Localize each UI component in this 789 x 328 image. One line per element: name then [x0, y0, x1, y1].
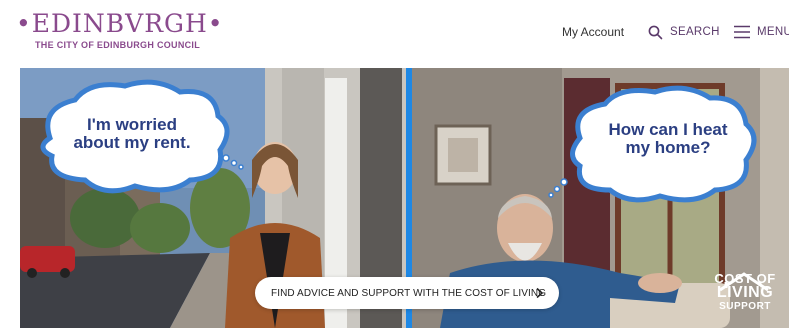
cost-of-living-cta-button[interactable]: FIND ADVICE AND SUPPORT WITH THE COST OF…: [255, 277, 559, 309]
edinburgh-logo[interactable]: •EDINBVRGH• THE CITY OF EDINBURGH COUNCI…: [16, 10, 223, 54]
search-button[interactable]: SEARCH: [648, 22, 720, 42]
my-account-label: My Account: [562, 25, 625, 39]
menu-label: MENU: [757, 26, 789, 38]
bubble-right-text: How can I heat my home?: [608, 120, 728, 157]
badge-line-3: SUPPORT: [719, 301, 771, 312]
cta-label: FIND ADVICE AND SUPPORT WITH THE COST OF…: [271, 287, 547, 299]
cost-of-living-badge: COST OF LIVING SUPPORT: [712, 272, 778, 312]
site-header: •EDINBVRGH• THE CITY OF EDINBURGH COUNCI…: [0, 0, 789, 66]
menu-button[interactable]: MENU: [734, 22, 789, 42]
hero-banner[interactable]: I'm worried about my rent. How can I hea…: [20, 68, 789, 328]
logo-wordmark: •EDINBVRGH•: [16, 9, 224, 38]
logo-subtitle: THE CITY OF EDINBURGH COUNCIL: [35, 40, 201, 50]
bubble-left-text: I'm worried about my rent.: [73, 115, 191, 152]
search-label: SEARCH: [670, 26, 720, 38]
badge-line-2: LIVING: [716, 284, 774, 301]
hamburger-icon: [734, 25, 750, 39]
search-icon: [648, 25, 663, 39]
chevron-right-icon: [536, 287, 544, 299]
my-account-link[interactable]: My Account: [562, 22, 624, 42]
